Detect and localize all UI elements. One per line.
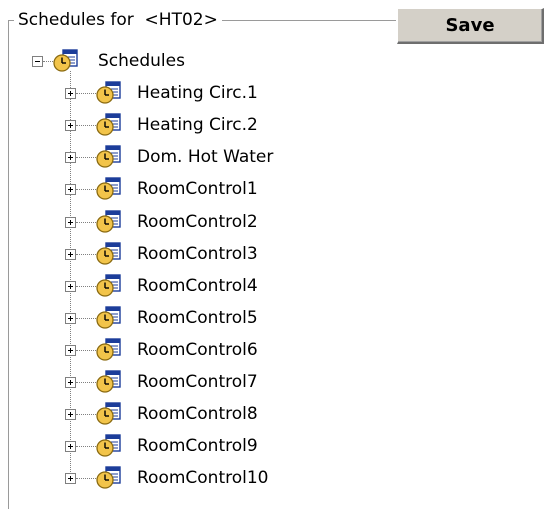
expand-plus-icon[interactable] xyxy=(65,441,76,452)
schedule-clock-calendar-icon xyxy=(96,176,122,200)
tree-item-connector xyxy=(76,446,98,447)
tree-item-label[interactable]: Heating Circ.2 xyxy=(137,114,258,136)
collapse-minus-icon[interactable] xyxy=(32,56,43,67)
tree-item-label[interactable]: RoomControl2 xyxy=(137,211,258,233)
expand-plus-icon[interactable] xyxy=(65,88,76,99)
expand-plus-icon[interactable] xyxy=(65,345,76,356)
schedule-clock-calendar-icon xyxy=(96,273,122,297)
tree-item-label[interactable]: RoomControl6 xyxy=(137,339,258,361)
expand-plus-icon[interactable] xyxy=(65,473,76,484)
tree-item-label[interactable]: Heating Circ.1 xyxy=(137,82,258,104)
expand-plus-icon[interactable] xyxy=(65,184,76,195)
tree-item-connector xyxy=(76,414,98,415)
tree-item-connector xyxy=(76,157,98,158)
tree-item-connector xyxy=(76,478,98,479)
schedule-clock-calendar-icon xyxy=(96,305,122,329)
tree-item-connector xyxy=(76,350,98,351)
schedule-clock-calendar-icon xyxy=(96,241,122,265)
tree-item-connector xyxy=(76,382,98,383)
tree-item-label[interactable]: RoomControl3 xyxy=(137,243,258,265)
expand-plus-icon[interactable] xyxy=(65,281,76,292)
expand-plus-icon[interactable] xyxy=(65,409,76,420)
schedule-clock-calendar-icon xyxy=(96,209,122,233)
schedules-panel: Schedules for <HT02> Save Schedules Heati… xyxy=(0,0,544,509)
tree-item-label[interactable]: RoomControl1 xyxy=(137,178,258,200)
expand-plus-icon[interactable] xyxy=(65,377,76,388)
schedule-clock-calendar-icon xyxy=(96,369,122,393)
schedule-clock-calendar-icon xyxy=(96,433,122,457)
tree-item-connector xyxy=(76,93,98,94)
tree-item-connector xyxy=(76,318,98,319)
tree-root-label[interactable]: Schedules xyxy=(98,50,185,72)
schedule-clock-calendar-icon xyxy=(96,112,122,136)
tree-item-connector xyxy=(76,222,98,223)
schedule-clock-calendar-icon xyxy=(96,144,122,168)
schedule-clock-calendar-icon xyxy=(96,337,122,361)
tree-item-label[interactable]: Dom. Hot Water xyxy=(137,146,273,168)
expand-plus-icon[interactable] xyxy=(65,120,76,131)
expand-plus-icon[interactable] xyxy=(65,152,76,163)
schedule-clock-calendar-icon xyxy=(96,80,122,104)
tree-item-label[interactable]: RoomControl7 xyxy=(137,371,258,393)
tree-item-label[interactable]: RoomControl4 xyxy=(137,275,258,297)
expand-plus-icon[interactable] xyxy=(65,313,76,324)
tree-item-label[interactable]: RoomControl10 xyxy=(137,467,269,489)
tree-item-label[interactable]: RoomControl8 xyxy=(137,403,258,425)
schedule-clock-calendar-icon xyxy=(53,48,79,72)
tree-item-connector xyxy=(76,286,98,287)
tree-item-connector xyxy=(76,254,98,255)
schedule-clock-calendar-icon xyxy=(96,401,122,425)
schedule-clock-calendar-icon xyxy=(96,465,122,489)
expand-plus-icon[interactable] xyxy=(65,217,76,228)
tree-item-label[interactable]: RoomControl5 xyxy=(137,307,258,329)
tree-item-connector xyxy=(76,125,98,126)
tree-item-label[interactable]: RoomControl9 xyxy=(137,435,258,457)
schedules-tree: Schedules Heating Circ.1 Heating Circ.2 Dom… xyxy=(0,0,544,509)
expand-plus-icon[interactable] xyxy=(65,249,76,260)
tree-item-connector xyxy=(76,189,98,190)
